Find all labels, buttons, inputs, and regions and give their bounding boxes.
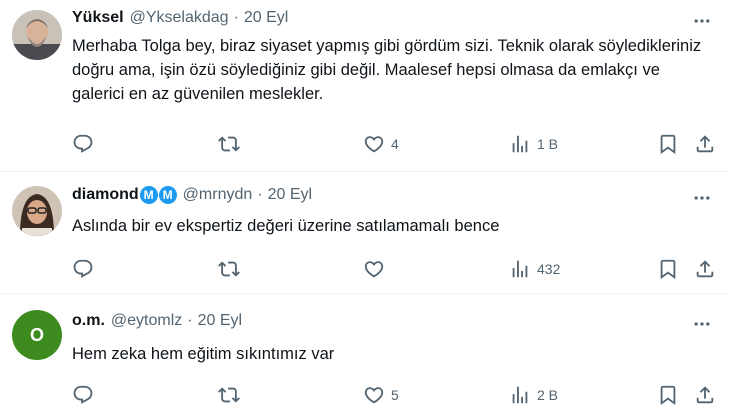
more-icon[interactable] [690, 186, 714, 210]
avatar[interactable] [12, 186, 62, 236]
separator-dot: · [187, 312, 193, 329]
separator-dot: · [233, 9, 239, 26]
share-button[interactable] [694, 131, 716, 157]
like-icon [363, 384, 385, 406]
views-button[interactable]: 1 B [509, 131, 558, 157]
m-badge-icon: M [158, 186, 177, 204]
bookmark-icon [657, 258, 679, 280]
retweet-icon [218, 258, 240, 280]
retweet-button[interactable] [218, 382, 240, 408]
retweet-icon [218, 133, 240, 155]
views-button[interactable]: 432 [509, 256, 560, 282]
tweet-text: Aslında bir ev ekspertiz değeri üzerine … [72, 217, 500, 235]
author-name[interactable]: diamond [72, 186, 139, 204]
views-icon [509, 133, 531, 155]
avatar[interactable] [12, 10, 62, 60]
separator-dot: · [257, 186, 263, 203]
views-count: 1 B [537, 136, 559, 152]
author-handle[interactable]: @eytomlz [111, 312, 182, 330]
avatar-photo-icon [12, 10, 62, 60]
author-name[interactable]: Yüksel [72, 9, 124, 27]
action-bar: 432 [72, 256, 718, 282]
tweet-date[interactable]: 20 Eyl [268, 186, 312, 204]
reply-icon [72, 133, 94, 155]
tweet-date[interactable]: 20 Eyl [198, 312, 242, 330]
action-bar: 5 2 B [72, 382, 718, 408]
share-icon [694, 258, 716, 280]
views-count: 2 B [537, 387, 559, 403]
reply-icon [72, 258, 94, 280]
views-icon [509, 384, 531, 406]
author-name[interactable]: o.m. [72, 312, 105, 330]
bookmark-button[interactable] [657, 382, 679, 408]
avatar-photo-icon [12, 186, 62, 236]
avatar[interactable]: O [12, 310, 62, 360]
like-button[interactable]: 5 [363, 382, 399, 408]
retweet-button[interactable] [218, 256, 240, 282]
retweet-button[interactable] [218, 131, 240, 157]
share-button[interactable] [694, 256, 716, 282]
reply-button[interactable] [72, 131, 94, 157]
action-bar: 4 1 B [72, 131, 718, 157]
tweet-1[interactable]: Yüksel @Ykselakdag · 20 Eyl Merhaba Tolg… [0, 0, 730, 172]
bookmark-button[interactable] [657, 131, 679, 157]
author-handle[interactable]: @Ykselakdag [130, 9, 229, 27]
reply-button[interactable] [72, 382, 94, 408]
share-icon [694, 384, 716, 406]
more-icon[interactable] [690, 9, 714, 33]
tweet-text: Merhaba Tolga bey, biraz siyaset yapmış … [72, 37, 702, 103]
tweet-3[interactable]: O o.m. @eytomlz · 20 Eyl Hem zeka hem eğ… [0, 294, 730, 420]
bookmark-button[interactable] [657, 256, 679, 282]
reply-button[interactable] [72, 256, 94, 282]
bookmark-icon [657, 133, 679, 155]
like-count: 4 [391, 136, 399, 152]
author-handle[interactable]: @mrnydn [183, 186, 253, 204]
views-count: 432 [537, 261, 561, 277]
like-button[interactable]: 4 [363, 131, 399, 157]
retweet-icon [218, 384, 240, 406]
views-icon [509, 258, 531, 280]
reply-icon [72, 384, 94, 406]
m-badge-icon: M [139, 186, 158, 204]
views-button[interactable]: 2 B [509, 382, 558, 408]
share-icon [694, 133, 716, 155]
tweet-date[interactable]: 20 Eyl [244, 9, 288, 27]
like-icon [363, 258, 385, 280]
like-count: 5 [391, 387, 399, 403]
avatar-letter: O [29, 324, 44, 345]
share-button[interactable] [694, 382, 716, 408]
tweet-text: Hem zeka hem eğitim sıkıntımız var [72, 345, 335, 363]
like-button[interactable] [363, 256, 385, 282]
tweet-2[interactable]: diamond M M @mrnydn · 20 Eyl Aslında bir… [0, 172, 730, 294]
like-icon [363, 133, 385, 155]
bookmark-icon [657, 384, 679, 406]
more-icon[interactable] [690, 312, 714, 336]
